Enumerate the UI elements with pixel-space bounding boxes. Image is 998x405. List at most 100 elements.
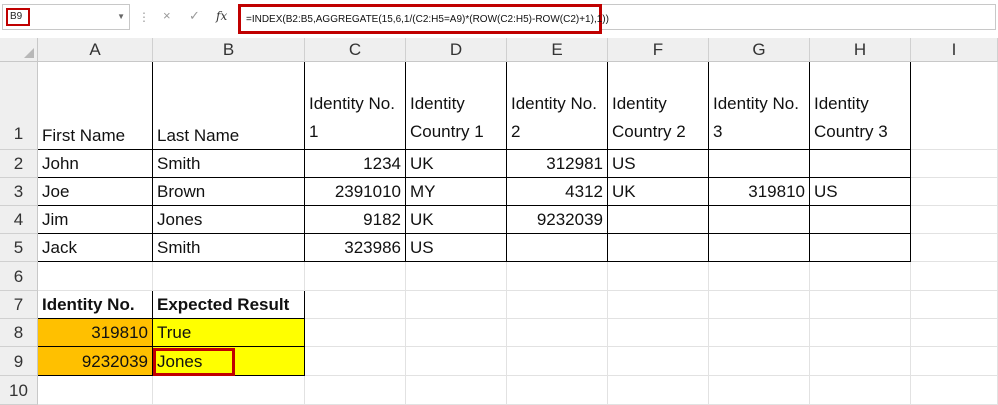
cell-h5[interactable] [810, 234, 911, 262]
cell-f9[interactable] [608, 347, 709, 376]
cell-g6[interactable] [709, 262, 810, 291]
cell-a10[interactable] [38, 376, 153, 405]
cell-e2[interactable]: 312981 [507, 150, 608, 178]
formula-text[interactable]: =INDEX(B2:B5,AGGREGATE(15,6,1/(C2:H5=A9)… [246, 14, 609, 25]
cell-a3[interactable]: Joe [38, 178, 153, 206]
cell-a4[interactable]: Jim [38, 206, 153, 234]
cell-f5[interactable] [608, 234, 709, 262]
name-box[interactable]: B9 ▼ [2, 4, 130, 30]
formula-input-extension[interactable] [602, 4, 996, 30]
cell-f10[interactable] [608, 376, 709, 405]
cell-e1[interactable]: Identity No. 2 [507, 62, 608, 150]
formula-input[interactable]: =INDEX(B2:B5,AGGREGATE(15,6,1/(C2:H5=A9)… [238, 4, 609, 34]
cell-g7[interactable] [709, 291, 810, 319]
cell-e4[interactable]: 9232039 [507, 206, 608, 234]
cell-d9[interactable] [406, 347, 507, 376]
cell-f6[interactable] [608, 262, 709, 291]
cell-e10[interactable] [507, 376, 608, 405]
column-header-g[interactable]: G [709, 38, 810, 62]
cell-h4[interactable] [810, 206, 911, 234]
cell-a1[interactable]: First Name [38, 62, 153, 150]
cell-b8[interactable]: True [153, 319, 305, 347]
cell-i10[interactable] [911, 376, 998, 405]
cell-i8[interactable] [911, 319, 998, 347]
cell-a9[interactable]: 9232039 [38, 347, 153, 376]
row-header-2[interactable]: 2 [0, 150, 38, 178]
cell-c3[interactable]: 2391010 [305, 178, 406, 206]
row-header-1[interactable]: 1 [0, 62, 38, 150]
cell-h8[interactable] [810, 319, 911, 347]
cell-d6[interactable] [406, 262, 507, 291]
cell-h2[interactable] [810, 150, 911, 178]
row-header-3[interactable]: 3 [0, 178, 38, 206]
cell-c6[interactable] [305, 262, 406, 291]
cell-f8[interactable] [608, 319, 709, 347]
column-header-i[interactable]: I [911, 38, 998, 62]
cell-h6[interactable] [810, 262, 911, 291]
row-header-9[interactable]: 9 [0, 347, 38, 376]
cell-i4[interactable] [911, 206, 998, 234]
cell-c1[interactable]: Identity No. 1 [305, 62, 406, 150]
column-header-f[interactable]: F [608, 38, 709, 62]
cell-c2[interactable]: 1234 [305, 150, 406, 178]
cell-d1[interactable]: Identity Country 1 [406, 62, 507, 150]
cell-e5[interactable] [507, 234, 608, 262]
cell-b3[interactable]: Brown [153, 178, 305, 206]
cell-g3[interactable]: 319810 [709, 178, 810, 206]
cell-i9[interactable] [911, 347, 998, 376]
cell-c7[interactable] [305, 291, 406, 319]
cell-f7[interactable] [608, 291, 709, 319]
cell-b7[interactable]: Expected Result [153, 291, 305, 319]
cell-b4[interactable]: Jones [153, 206, 305, 234]
cell-i1[interactable] [911, 62, 998, 150]
cell-e3[interactable]: 4312 [507, 178, 608, 206]
splitter-handle-icon[interactable]: ⋮ [138, 10, 150, 24]
cell-h10[interactable] [810, 376, 911, 405]
cell-h7[interactable] [810, 291, 911, 319]
cell-i7[interactable] [911, 291, 998, 319]
cell-d7[interactable] [406, 291, 507, 319]
cell-d8[interactable] [406, 319, 507, 347]
enter-icon[interactable]: ✓ [189, 8, 200, 24]
cell-g9[interactable] [709, 347, 810, 376]
cell-i5[interactable] [911, 234, 998, 262]
cell-f4[interactable] [608, 206, 709, 234]
cell-g1[interactable]: Identity No. 3 [709, 62, 810, 150]
cell-h9[interactable] [810, 347, 911, 376]
cell-h1[interactable]: Identity Country 3 [810, 62, 911, 150]
cell-e9[interactable] [507, 347, 608, 376]
cell-c10[interactable] [305, 376, 406, 405]
cell-d5[interactable]: US [406, 234, 507, 262]
cell-f3[interactable]: UK [608, 178, 709, 206]
row-header-5[interactable]: 5 [0, 234, 38, 262]
chevron-down-icon[interactable]: ▼ [117, 12, 125, 21]
cell-b5[interactable]: Smith [153, 234, 305, 262]
row-header-7[interactable]: 7 [0, 291, 38, 319]
cell-b1[interactable]: Last Name [153, 62, 305, 150]
cell-i2[interactable] [911, 150, 998, 178]
cell-f2[interactable]: US [608, 150, 709, 178]
cell-g5[interactable] [709, 234, 810, 262]
cell-d2[interactable]: UK [406, 150, 507, 178]
cell-g4[interactable] [709, 206, 810, 234]
cell-e6[interactable] [507, 262, 608, 291]
cell-d3[interactable]: MY [406, 178, 507, 206]
cell-d10[interactable] [406, 376, 507, 405]
cell-b6[interactable] [153, 262, 305, 291]
column-header-d[interactable]: D [406, 38, 507, 62]
cell-f1[interactable]: Identity Country 2 [608, 62, 709, 150]
cell-i3[interactable] [911, 178, 998, 206]
cancel-icon[interactable]: × [163, 8, 171, 23]
column-header-h[interactable]: H [810, 38, 911, 62]
cell-a5[interactable]: Jack [38, 234, 153, 262]
cell-a8[interactable]: 319810 [38, 319, 153, 347]
cell-a2[interactable]: John [38, 150, 153, 178]
cell-g2[interactable] [709, 150, 810, 178]
cell-b2[interactable]: Smith [153, 150, 305, 178]
row-header-8[interactable]: 8 [0, 319, 38, 347]
cell-c8[interactable] [305, 319, 406, 347]
cell-g10[interactable] [709, 376, 810, 405]
cell-e8[interactable] [507, 319, 608, 347]
column-header-b[interactable]: B [153, 38, 305, 62]
cell-c4[interactable]: 9182 [305, 206, 406, 234]
